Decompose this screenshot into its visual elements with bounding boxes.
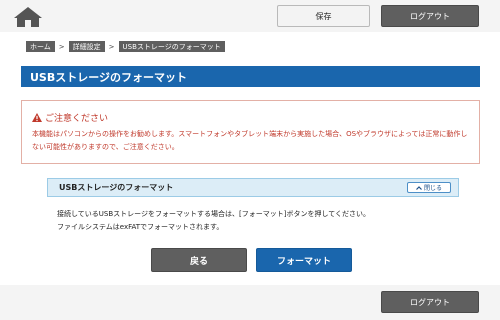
description-line: 接続しているUSBストレージをフォーマットする場合は、[フォーマット]ボタンを押…	[57, 210, 371, 218]
warning-icon	[32, 113, 42, 122]
notice-header: ご注意ください	[32, 111, 108, 124]
description-line: ファイルシステムはexFATでフォーマットされます。	[57, 223, 224, 231]
section-header: USBストレージのフォーマット 閉じる	[47, 178, 459, 197]
notice-title: ご注意ください	[45, 114, 109, 124]
back-button[interactable]: 戻る	[151, 248, 247, 272]
collapse-label: 閉じる	[423, 185, 442, 192]
breadcrumb: ホーム > 詳細設定 > USBストレージのフォーマット	[26, 41, 225, 52]
format-button[interactable]: フォーマット	[256, 248, 352, 272]
footer-bar: ログアウト	[0, 285, 500, 320]
breadcrumb-advanced-settings[interactable]: 詳細設定	[68, 41, 105, 52]
notice-body: 本機能はパソコンからの操作をお勧めします。スマートフォンやタブレット端末から実施…	[32, 130, 468, 151]
breadcrumb-current: USBストレージのフォーマット	[118, 41, 225, 52]
section-title: USBストレージのフォーマット	[59, 183, 174, 192]
home-icon[interactable]	[13, 6, 43, 28]
breadcrumb-separator: >	[108, 42, 115, 51]
collapse-button[interactable]: 閉じる	[407, 182, 451, 193]
format-description: 接続しているUSBストレージをフォーマットする場合は、[フォーマット]ボタンを押…	[57, 208, 467, 234]
page-title: USBストレージのフォーマット	[21, 66, 480, 87]
save-button[interactable]: 保存	[277, 5, 370, 27]
chevron-up-icon	[416, 185, 422, 190]
breadcrumb-home[interactable]: ホーム	[26, 41, 55, 52]
logout-button[interactable]: ログアウト	[381, 5, 479, 27]
footer-logout-button[interactable]: ログアウト	[381, 291, 479, 313]
breadcrumb-separator: >	[58, 42, 65, 51]
notice-box: ご注意ください 本機能はパソコンからの操作をお勧めします。スマートフォンやタブレ…	[21, 100, 480, 164]
top-bar: 保存 ログアウト	[0, 0, 500, 32]
